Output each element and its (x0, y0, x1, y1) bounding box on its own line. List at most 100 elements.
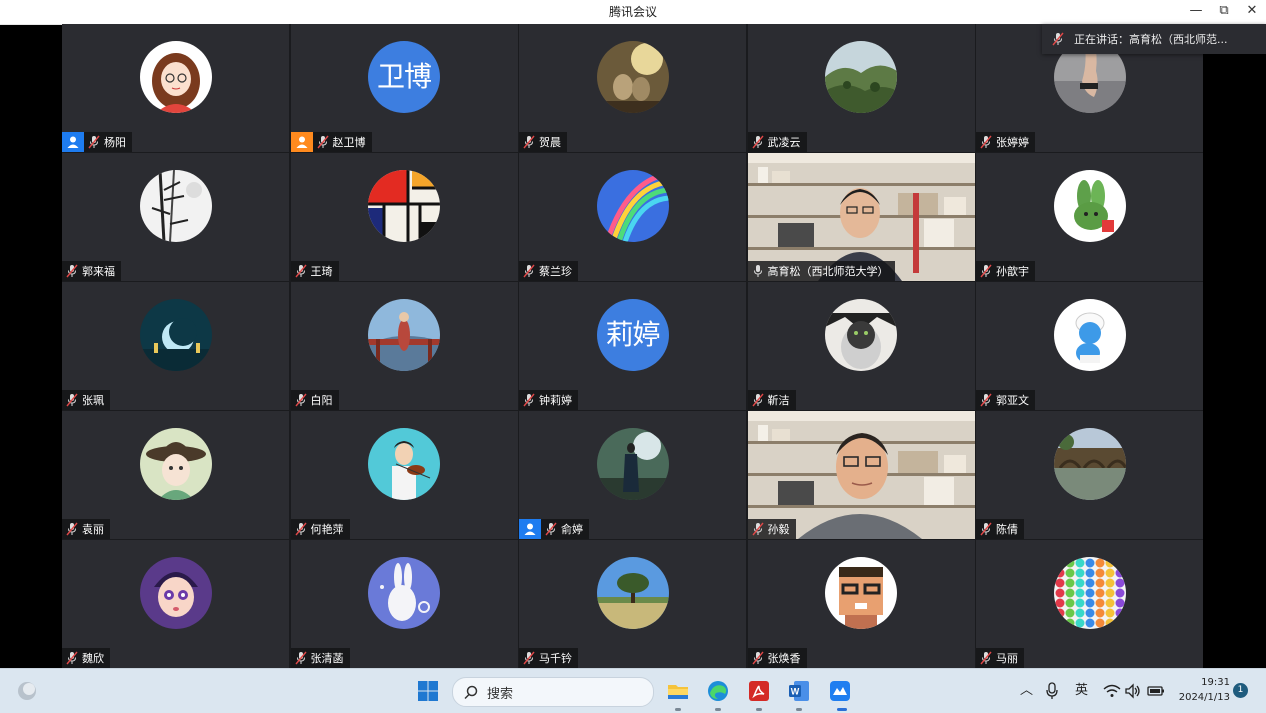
name-box: 高育松（西北师范大学） (747, 261, 895, 281)
avatar[interactable] (139, 428, 212, 500)
avatar[interactable] (1053, 170, 1126, 242)
title-bar: 腾讯会议 — ⧉ ✕ (0, 0, 1266, 25)
participant-tile[interactable]: 孙歆宇 (976, 153, 1203, 281)
participant-tile[interactable]: 袁丽 (62, 411, 289, 539)
nameplate: 俞婷 (519, 519, 589, 539)
host-icon (524, 523, 536, 535)
battery-icon[interactable] (1146, 679, 1166, 703)
tray-chevron-icon[interactable]: ︿ (1020, 669, 1033, 713)
mic-muted-icon (751, 651, 764, 665)
participant-tile[interactable]: 郭亚文 (976, 282, 1203, 410)
close-button[interactable]: ✕ (1237, 0, 1266, 24)
avatar[interactable]: 莉婷 (596, 299, 669, 371)
nameplate: 赵卫博 (290, 132, 372, 152)
avatar[interactable] (596, 41, 669, 113)
mic-muted-icon (88, 135, 100, 149)
participant-tile[interactable]: 孙毅 (747, 411, 975, 539)
name-box: 陈倩 (976, 519, 1024, 539)
volume-icon[interactable] (1124, 679, 1142, 703)
start-icon[interactable] (416, 679, 440, 703)
avatar[interactable] (139, 299, 212, 371)
participant-tile[interactable]: 张焕香 (747, 540, 975, 668)
participant-tile[interactable]: 张珮 (62, 282, 289, 410)
speaking-name: 高育松（西北师范... (1129, 33, 1228, 46)
search-placeholder: 搜索 (487, 686, 514, 702)
minimize-button[interactable]: — (1181, 0, 1211, 24)
participant-tile[interactable]: 高育松（西北师范大学） (747, 153, 975, 281)
word-icon[interactable]: W (787, 679, 811, 703)
participant-name: 钟莉婷 (539, 394, 572, 407)
edge-icon[interactable] (706, 679, 730, 703)
avatar[interactable] (368, 299, 440, 371)
participant-tile[interactable]: 俞婷 (519, 411, 746, 539)
nameplate: 袁丽 (62, 519, 110, 539)
participant-tile[interactable]: 马千钤 (519, 540, 746, 668)
name-box: 郭来福 (62, 261, 121, 281)
participant-name: 白阳 (310, 394, 333, 407)
participant-tile[interactable]: 贺晨 (519, 24, 746, 152)
name-box: 王琦 (290, 261, 339, 281)
notification-badge[interactable]: 1 (1233, 683, 1248, 698)
avatar[interactable] (596, 557, 669, 629)
participant-name: 魏欣 (82, 652, 104, 665)
host-icon (296, 136, 307, 148)
ime-indicator[interactable]: 英 (1075, 669, 1088, 713)
avatar[interactable] (368, 557, 440, 629)
avatar[interactable] (825, 41, 897, 113)
avatar[interactable] (1053, 299, 1126, 371)
mic-muted-icon (980, 651, 992, 665)
avatar[interactable] (368, 170, 440, 242)
file-explorer-icon[interactable] (666, 679, 690, 703)
avatar[interactable] (596, 170, 669, 242)
participant-tile[interactable]: 杨阳 (62, 24, 289, 152)
tencent-meeting-icon[interactable] (828, 679, 852, 703)
avatar[interactable] (1053, 428, 1126, 500)
avatar[interactable] (139, 41, 212, 113)
participant-tile[interactable]: 何艳萍 (290, 411, 518, 539)
avatar[interactable] (368, 428, 440, 500)
nameplate: 马丽 (976, 648, 1024, 668)
participant-name: 陈倩 (996, 523, 1018, 536)
participant-tile[interactable]: 郭来福 (62, 153, 289, 281)
participant-tile[interactable]: 马丽 (976, 540, 1203, 668)
participant-tile[interactable]: 魏欣 (62, 540, 289, 668)
avatar[interactable]: 卫博 (368, 41, 440, 113)
nameplate: 张珮 (62, 390, 110, 410)
nameplate: 郭亚文 (976, 390, 1035, 410)
weather-icon[interactable] (15, 679, 39, 703)
wifi-icon[interactable] (1103, 679, 1121, 703)
avatar[interactable] (1053, 557, 1126, 629)
speaking-indicator[interactable]: 正在讲话： 高育松（西北师范... (1042, 24, 1266, 54)
participant-name: 孙歆宇 (996, 265, 1029, 278)
name-box: 张婷婷 (976, 132, 1035, 152)
participant-tile[interactable]: 张清菡 (290, 540, 518, 668)
host-badge (290, 132, 313, 152)
mic-muted-icon (751, 522, 764, 536)
taskbar-search[interactable]: 搜索 (452, 677, 654, 707)
name-box: 袁丽 (62, 519, 110, 539)
acrobat-icon[interactable] (747, 679, 771, 703)
participant-tile[interactable]: 蔡兰珍 (519, 153, 746, 281)
nameplate: 杨阳 (62, 132, 132, 152)
restore-button[interactable]: ⧉ (1209, 0, 1239, 24)
participant-tile[interactable]: 陈倩 (976, 411, 1203, 539)
avatar[interactable] (139, 557, 212, 629)
participant-tile[interactable]: 武凌云 (747, 24, 975, 152)
participant-tile[interactable]: 白阳 (290, 282, 518, 410)
nameplate: 王琦 (290, 261, 339, 281)
avatar[interactable] (139, 170, 212, 242)
microphone-icon[interactable] (1044, 679, 1060, 703)
mic-muted-icon (980, 393, 992, 407)
name-box: 俞婷 (541, 519, 589, 539)
host-badge (519, 519, 541, 539)
mic-muted-icon (980, 264, 992, 278)
avatar[interactable] (825, 299, 897, 371)
participant-tile[interactable]: 卫博赵卫博 (290, 24, 518, 152)
clock[interactable]: 19:31 2024/1/13 (1178, 675, 1230, 705)
participant-tile[interactable]: 靳洁 (747, 282, 975, 410)
avatar[interactable] (825, 557, 897, 629)
avatar[interactable] (596, 428, 669, 500)
participant-tile[interactable]: 莉婷钟莉婷 (519, 282, 746, 410)
participant-tile[interactable]: 王琦 (290, 153, 518, 281)
participant-name: 蔡兰珍 (539, 265, 572, 278)
